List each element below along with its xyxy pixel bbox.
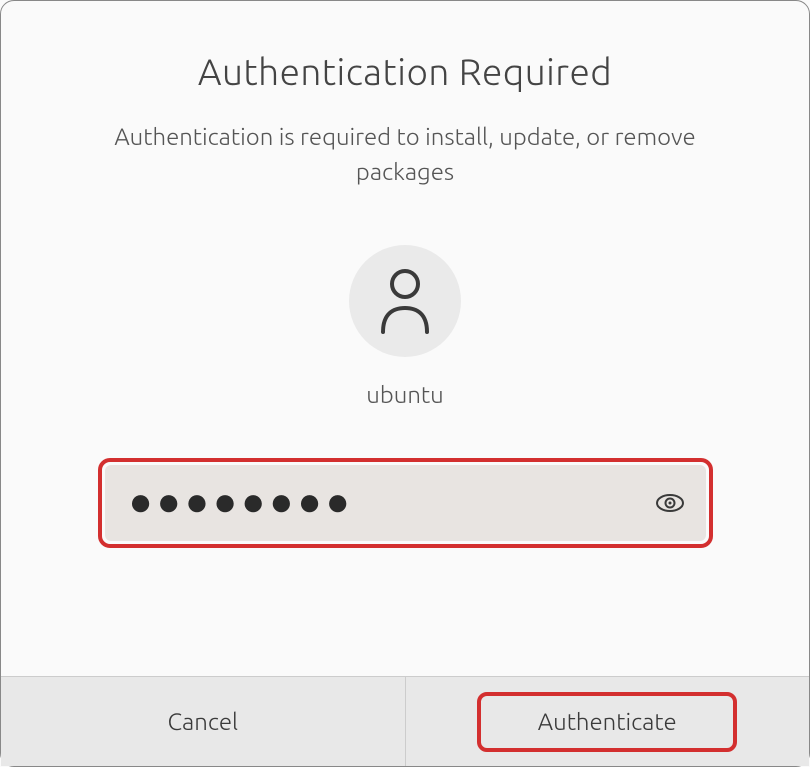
cancel-button[interactable]: Cancel (1, 677, 405, 766)
person-icon (375, 266, 435, 336)
reveal-password-icon[interactable] (655, 488, 685, 518)
password-field-highlight (98, 458, 713, 548)
user-avatar (349, 245, 461, 357)
dialog-title: Authentication Required (198, 51, 612, 92)
dialog-content: Authentication Required Authentication i… (1, 1, 809, 676)
dialog-subtitle: Authentication is required to install, u… (105, 120, 705, 190)
username-label: ubuntu (366, 381, 443, 408)
password-input[interactable] (105, 465, 706, 541)
authenticate-button[interactable]: Authenticate (406, 677, 810, 766)
authenticate-button-highlight: Authenticate (477, 692, 737, 752)
dialog-button-bar: Cancel Authenticate (1, 676, 809, 766)
